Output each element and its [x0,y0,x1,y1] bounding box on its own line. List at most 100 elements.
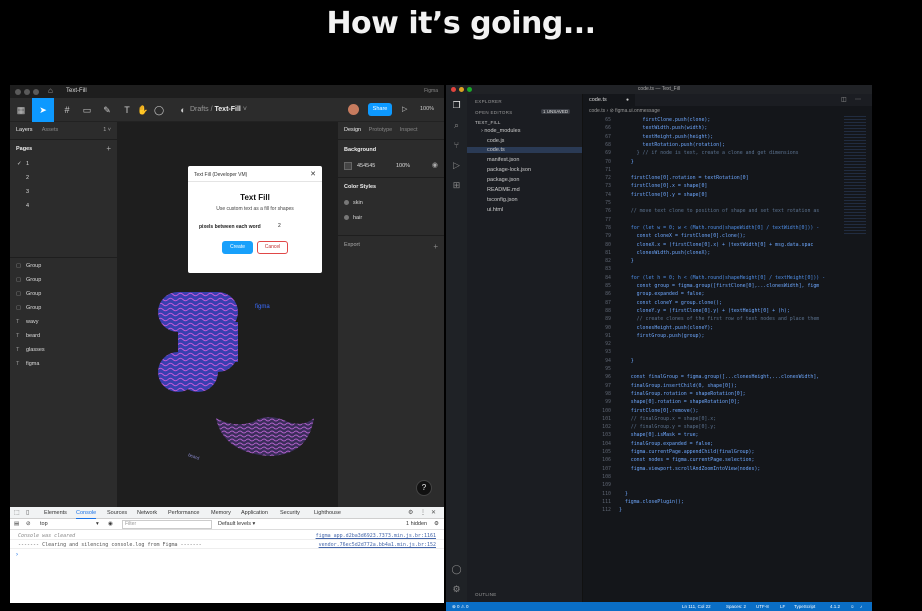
problems-status[interactable]: ⊗ 0 ⚠ 0 [452,604,469,610]
spacing-input[interactable] [276,221,310,231]
window-zoom-button[interactable] [33,89,39,95]
style-item[interactable]: hair [344,215,362,221]
source-link[interactable]: figma_app.d2ba3d6923.7373.min.js.br:1161 [316,533,436,539]
code-line[interactable]: 107 figma.viewport.scrollAndZoomIntoView… [583,465,872,473]
cursor-position[interactable]: Ln 111, Col 22 [682,604,711,609]
code-line[interactable]: 108 [583,473,872,481]
more-icon[interactable]: ⋮ [420,509,426,516]
code-line[interactable]: 102 // finalGroup.y = shape[0].y; [583,423,872,431]
tab-design[interactable]: Design [344,127,361,133]
code-line[interactable]: 80 cloneX.x = (firstClone[0].x) + (textW… [583,241,872,249]
code-line[interactable]: 87 const cloneY = group.clone(); [583,299,872,307]
code-line[interactable]: 93 [583,348,872,356]
file-tree-item[interactable]: › node_modules [481,128,520,134]
code-line[interactable]: 106 const nodes = figma.currentPage.sele… [583,456,872,464]
code-line[interactable]: 78 for (let w = 0; w < (Math.round(shape… [583,224,872,232]
code-line[interactable]: 83 [583,265,872,273]
sidebar-toggle-icon[interactable]: ▤ [14,521,19,527]
code-line[interactable]: 104 finalGroup.expanded = false; [583,440,872,448]
breadcrumb-file[interactable]: Text-Fill [215,106,241,113]
style-item[interactable]: skin [344,200,363,206]
comment-tool-icon[interactable]: ◯ [152,103,166,117]
code-line[interactable]: 81 clonesWidth.push(cloneX); [583,249,872,257]
devtools-tab[interactable]: Lighthouse [314,510,341,516]
code-line[interactable]: 100 firstClone[0].remove(); [583,407,872,415]
plugin-icon[interactable]: ◐ [176,103,190,117]
visibility-icon[interactable]: ◉ [432,161,438,169]
code-line[interactable]: 112} [583,506,872,514]
code-line[interactable]: 92 [583,340,872,348]
file-tree-item[interactable]: ui.html [487,207,503,213]
feedback-icon[interactable]: ☺ [850,604,855,609]
layer-item[interactable]: ▢ Group [16,305,41,311]
devtools-tab[interactable]: Sources [107,510,127,516]
clear-console-icon[interactable]: ⊘ [26,521,31,527]
code-line[interactable]: 77 [583,216,872,224]
code-line[interactable]: 103 shape[0].isMask = true; [583,431,872,439]
layer-item[interactable]: ▢ Group [16,277,41,283]
source-control-icon[interactable]: ⑂ [451,140,462,151]
files-icon[interactable]: ❐ [451,100,462,111]
code-line[interactable]: 101 // finalGroup.x = shape[0].x; [583,415,872,423]
indent-status[interactable]: Spaces: 2 [726,604,746,609]
editor-breadcrumb[interactable]: code.ts › ⊘ figma.ui.onmessage [583,106,872,115]
device-icon[interactable]: ▯ [26,509,29,516]
code-line[interactable]: 65 firstClone.push(clone); [583,116,872,124]
code-line[interactable]: 68 textRotation.push(rotation); [583,141,872,149]
code-line[interactable]: 105 figma.currentPage.appendChild(finalG… [583,448,872,456]
avatar[interactable] [348,104,359,115]
shape-tool-icon[interactable]: ▭ [80,103,94,117]
source-link[interactable]: vendor.76ec5d2d772a.bb4a1.min.js.br:152 [319,542,436,548]
more-icon[interactable]: ⋯ [855,96,861,103]
unsaved-dot[interactable]: ● [626,97,629,103]
code-line[interactable]: 84 for (let h = 0; h < (Math.round(shape… [583,274,872,282]
devtools-tab[interactable]: Network [137,510,157,516]
tab-inspect[interactable]: Inspect [400,127,418,133]
layer-item[interactable]: ▢ Group [16,263,41,269]
tab-assets[interactable]: Assets [42,127,59,133]
gear-icon[interactable]: ⚙ [434,521,439,527]
figma-logo-fill[interactable] [158,292,238,392]
inspect-icon[interactable]: ⬚ [14,509,20,516]
text-tool-icon[interactable]: T [120,103,134,117]
editor-tab[interactable]: code.ts ● [583,94,635,106]
devtools-tab[interactable]: Memory [211,510,231,516]
search-icon[interactable]: ⌕ [451,120,462,131]
code-line[interactable]: 111 figma.closePlugin(); [583,498,872,506]
window-close-button[interactable] [15,89,21,95]
page-item[interactable]: 4 [26,203,29,209]
help-button[interactable]: ? [416,480,432,496]
version-status[interactable]: 4.1.2 [830,604,840,609]
code-line[interactable]: 73 firstClone[0].x = shape[0] [583,182,872,190]
pen-tool-icon[interactable]: ✎ [100,103,114,117]
code-line[interactable]: 85 const group = figma.group([firstClone… [583,282,872,290]
file-tree-item[interactable]: code.ts [467,147,582,153]
code-line[interactable]: 70 } [583,158,872,166]
eol-status[interactable]: LF [780,604,785,609]
code-line[interactable]: 67 textHeight.push(height); [583,133,872,141]
code-line[interactable]: 94 } [583,357,872,365]
devtools-tab[interactable]: Elements [44,510,67,516]
open-editors-section[interactable]: OPEN EDITORS [475,110,513,115]
cancel-button[interactable]: Cancel [257,241,288,254]
code-line[interactable]: 66 textWidth.push(width); [583,124,872,132]
code-area[interactable]: 65 firstClone.push(clone); 66 textWidth.p… [583,116,872,596]
code-line[interactable]: 110 } [583,490,872,498]
tab-layers[interactable]: Layers [16,127,33,133]
code-line[interactable]: 69 } // if node is text, create a clone … [583,149,872,157]
code-line[interactable]: 79 const cloneX = firstClone[0].clone(); [583,232,872,240]
page-item[interactable]: 2 [26,175,29,181]
context-select[interactable]: top [40,521,48,527]
layer-item[interactable]: Tglasses [16,347,45,353]
code-line[interactable]: 90 clonesHeight.push(cloneY); [583,324,872,332]
window-minimize-button[interactable] [24,89,30,95]
tab-prototype[interactable]: Prototype [369,127,393,133]
code-line[interactable]: 75 [583,199,872,207]
filter-input[interactable]: Filter [122,520,212,529]
canvas[interactable]: figma beard Text Fill (Developer VM) ✕ T… [118,122,337,507]
code-line[interactable]: 74 firstClone[0].y = shape[0] [583,191,872,199]
code-line[interactable]: 82 } [583,257,872,265]
account-icon[interactable]: ◯ [451,564,462,575]
gear-icon[interactable]: ⚙ [408,509,413,516]
code-line[interactable]: 95 [583,365,872,373]
